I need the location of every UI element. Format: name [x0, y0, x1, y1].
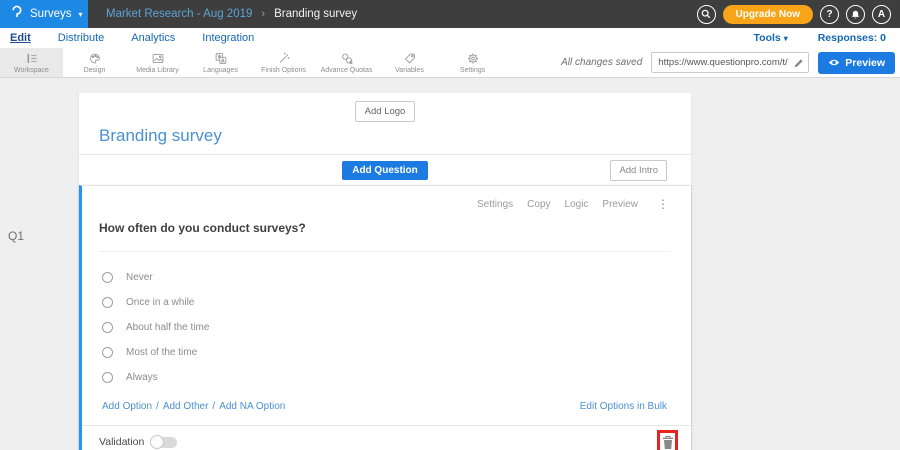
radio-icon[interactable]	[102, 272, 113, 283]
delete-question-icon	[662, 435, 674, 450]
toolbar-item-variables[interactable]: Variables	[378, 48, 441, 77]
question-logic-link[interactable]: Logic	[565, 199, 589, 210]
editor-toolbar: Workspace Design Media Library Languages…	[0, 48, 900, 78]
add-question-button[interactable]: Add Question	[342, 161, 428, 180]
radio-icon[interactable]	[102, 322, 113, 333]
survey-title[interactable]: Branding survey	[99, 126, 222, 146]
search-button[interactable]	[697, 5, 716, 24]
option-label[interactable]: Never	[126, 272, 153, 283]
survey-url-box	[651, 52, 809, 73]
product-label: Surveys	[30, 8, 72, 20]
edit-url-icon[interactable]	[793, 56, 804, 74]
question-title-area: How often do you conduct surveys?	[99, 221, 671, 252]
validation-toggle[interactable]	[152, 437, 177, 448]
topbar: Surveys ▾ Market Research - Aug 2019 › B…	[0, 0, 900, 28]
add-logo-button[interactable]: Add Logo	[355, 101, 416, 122]
bell-icon	[850, 9, 861, 20]
toolbar-item-settings[interactable]: Settings	[441, 48, 504, 77]
option-label[interactable]: Always	[126, 372, 158, 383]
breadcrumb-folder-link[interactable]: Market Research - Aug 2019	[106, 8, 252, 20]
tag-icon	[403, 52, 417, 66]
toolbar-item-advance-quotas[interactable]: Advance Quotas	[315, 48, 378, 77]
question-text[interactable]: How often do you conduct surveys?	[99, 221, 671, 235]
preview-button[interactable]: Preview	[818, 52, 895, 74]
answer-option-row: Never	[102, 265, 691, 290]
survey-canvas: Q1 Add Logo Branding survey Add Question…	[0, 93, 900, 450]
add-na-option-link[interactable]: Add NA Option	[219, 401, 285, 412]
toolbar-item-media-library[interactable]: Media Library	[126, 48, 189, 77]
notifications-button[interactable]	[846, 5, 865, 24]
question-menu: Settings Copy Logic Preview ⋮	[82, 186, 691, 211]
breadcrumb-separator: ›	[261, 8, 265, 20]
avatar[interactable]: A	[872, 5, 891, 24]
tab-edit[interactable]: Edit	[10, 32, 31, 44]
gear-icon	[466, 52, 480, 66]
chevron-down-icon: ▾	[784, 34, 788, 43]
chevron-down-icon: ▾	[79, 10, 83, 19]
toolbar-item-design[interactable]: Design	[63, 48, 126, 77]
answer-option-row: Always	[102, 365, 691, 390]
workspace-icon	[25, 52, 39, 66]
survey-url-input[interactable]	[651, 52, 809, 73]
option-links-row: Add Option / Add Other / Add NA Option E…	[82, 390, 691, 425]
breadcrumb-current-survey: Branding survey	[274, 8, 357, 20]
radio-icon[interactable]	[102, 372, 113, 383]
survey-card: Add Logo Branding survey Add Question Ad…	[78, 93, 692, 450]
wand-icon	[277, 52, 291, 66]
link-separator: /	[212, 401, 215, 412]
help-button[interactable]: ?	[820, 5, 839, 24]
questionpro-logo-icon	[9, 4, 24, 24]
answer-option-row: Once in a while	[102, 290, 691, 315]
survey-header: Add Logo Branding survey	[79, 93, 691, 155]
tab-integration[interactable]: Integration	[202, 32, 254, 44]
topbar-actions: Upgrade Now ? A	[697, 5, 900, 24]
search-icon	[701, 9, 711, 19]
question-footer: Validation	[82, 425, 691, 450]
answer-option-row: Most of the time	[102, 340, 691, 365]
translate-icon	[214, 52, 228, 66]
surveys-product-menu[interactable]: Surveys ▾	[0, 0, 88, 28]
eye-icon	[828, 58, 840, 67]
question-settings-link[interactable]: Settings	[477, 199, 513, 210]
question-preview-link[interactable]: Preview	[602, 199, 638, 210]
upgrade-button[interactable]: Upgrade Now	[723, 5, 813, 24]
answer-option-row: About half the time	[102, 315, 691, 340]
nav-right: Tools ▾ Responses: 0	[754, 32, 890, 44]
validation-label: Validation	[99, 436, 144, 448]
toolbar-item-workspace[interactable]: Workspace	[0, 48, 63, 77]
survey-actions-row: Add Question Add Intro	[79, 155, 691, 185]
answer-options: Never Once in a while About half the tim…	[82, 252, 691, 390]
toolbar-item-languages[interactable]: Languages	[189, 48, 252, 77]
tools-menu[interactable]: Tools ▾	[754, 32, 788, 44]
toolbar-item-finish-options[interactable]: Finish Options	[252, 48, 315, 77]
question-copy-link[interactable]: Copy	[527, 199, 550, 210]
responses-count[interactable]: Responses: 0	[818, 32, 886, 44]
link-separator: /	[156, 401, 159, 412]
more-options-icon[interactable]: ⋮	[657, 197, 669, 211]
radio-icon[interactable]	[102, 297, 113, 308]
option-label[interactable]: Most of the time	[126, 347, 197, 358]
links-icon	[340, 52, 354, 66]
tab-distribute[interactable]: Distribute	[58, 32, 104, 44]
option-label[interactable]: About half the time	[126, 322, 209, 333]
add-intro-button[interactable]: Add Intro	[610, 160, 667, 181]
option-label[interactable]: Once in a while	[126, 297, 194, 308]
image-icon	[151, 52, 165, 66]
highlight-box[interactable]	[657, 430, 678, 450]
question-block: Settings Copy Logic Preview ⋮ How often …	[79, 185, 691, 450]
add-option-link[interactable]: Add Option	[102, 401, 152, 412]
toolbar-right: All changes saved Preview	[561, 48, 900, 77]
add-other-link[interactable]: Add Other	[163, 401, 209, 412]
questionpro-survey-editor: Surveys ▾ Market Research - Aug 2019 › B…	[0, 0, 900, 450]
radio-icon[interactable]	[102, 347, 113, 358]
save-status: All changes saved	[561, 57, 642, 68]
palette-icon	[88, 52, 102, 66]
main-nav: Edit Distribute Analytics Integration To…	[0, 28, 900, 48]
toggle-knob	[150, 435, 164, 449]
question-number: Q1	[8, 229, 24, 243]
tab-analytics[interactable]: Analytics	[131, 32, 175, 44]
breadcrumb: Market Research - Aug 2019 › Branding su…	[106, 8, 357, 20]
edit-options-bulk-link[interactable]: Edit Options in Bulk	[580, 401, 667, 412]
